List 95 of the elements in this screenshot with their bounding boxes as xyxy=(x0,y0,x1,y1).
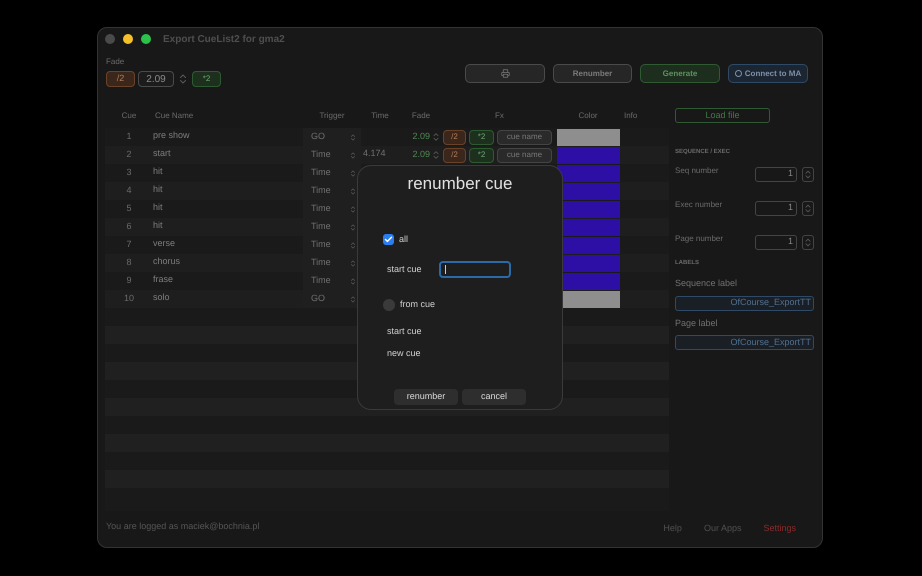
column-header[interactable]: Info xyxy=(620,110,669,122)
stepper-icon[interactable] xyxy=(431,149,441,161)
cue-number: 4 xyxy=(125,184,132,198)
double-button[interactable]: *2 xyxy=(192,71,221,87)
cue-number: 3 xyxy=(125,166,132,180)
check-icon xyxy=(384,234,393,244)
start-cue-field[interactable] xyxy=(438,261,511,278)
chevron-icon xyxy=(349,294,357,304)
number-label: Seq number xyxy=(675,165,719,177)
chevron-icon xyxy=(349,204,357,214)
chevron-icon xyxy=(349,132,357,142)
cue-name[interactable]: hit xyxy=(153,182,303,196)
cue-name-button[interactable]: cue name xyxy=(497,148,552,162)
chevron-icon xyxy=(349,276,357,286)
fade-value[interactable]: 2.09 xyxy=(412,130,430,144)
stepper-icon[interactable] xyxy=(802,234,814,250)
color-swatch[interactable] xyxy=(557,128,620,146)
dialog-button[interactable]: cancel xyxy=(462,388,526,404)
cue-number: 6 xyxy=(125,220,132,234)
toolbar-button[interactable]: Renumber xyxy=(553,64,632,83)
zoom-button[interactable] xyxy=(141,34,151,44)
color-swatch[interactable] xyxy=(557,146,620,164)
cue-number: 8 xyxy=(125,256,132,270)
toolbar-button[interactable]: Connect to MA xyxy=(728,64,808,83)
label-field[interactable]: OfCourse_ExportTT xyxy=(675,296,814,310)
cue-name[interactable]: pre show xyxy=(153,128,303,142)
login-status: You are logged as maciek@bochnia.pl xyxy=(106,520,260,534)
cue-number: 5 xyxy=(125,202,132,216)
cue-number: 1 xyxy=(125,130,132,144)
chevron-icon xyxy=(349,258,357,268)
column-header[interactable]: Time xyxy=(361,110,399,122)
number-field[interactable]: 1 xyxy=(755,166,797,182)
chevron-icon xyxy=(349,150,357,160)
stepper-icon[interactable] xyxy=(431,131,441,143)
column-header[interactable]: Cue Name xyxy=(153,110,303,122)
checkbox-label: all xyxy=(399,232,408,246)
column-header[interactable]: Trigger xyxy=(303,110,361,122)
fade-label: Fade xyxy=(106,56,126,68)
cue-name[interactable]: frase xyxy=(153,272,303,286)
fade-field[interactable]: 2.09 xyxy=(138,71,174,87)
cue-number: 7 xyxy=(125,238,132,252)
color-swatch[interactable] xyxy=(557,164,620,182)
cue-name[interactable]: start xyxy=(153,146,303,160)
cue-name[interactable]: verse xyxy=(153,236,303,250)
cue-name-button[interactable]: cue name xyxy=(497,130,552,144)
dialog-title: renumber cue xyxy=(406,173,514,195)
cue-name[interactable]: chorus xyxy=(153,254,303,268)
radio-label: from cue xyxy=(400,298,436,311)
chevron-icon xyxy=(349,222,357,232)
cue-name[interactable]: hit xyxy=(153,200,303,214)
cue-number: 2 xyxy=(125,148,132,162)
stepper-icon[interactable] xyxy=(802,166,814,182)
column-header[interactable]: Color xyxy=(556,110,620,122)
halve-button[interactable]: /2 xyxy=(443,148,466,162)
minimize-button[interactable] xyxy=(123,34,133,44)
toolbar-button[interactable]: Generate xyxy=(640,64,720,83)
number-field[interactable]: 1 xyxy=(755,200,797,216)
time-value[interactable]: 4.174 xyxy=(363,146,399,160)
double-button[interactable]: *2 xyxy=(469,130,494,144)
column-header[interactable]: Cue xyxy=(105,110,153,122)
halve-button[interactable]: /2 xyxy=(106,71,135,87)
cue-number: 10 xyxy=(122,292,135,306)
from-cue-radio[interactable] xyxy=(383,298,395,311)
number-label: Exec number xyxy=(675,199,722,211)
printer-icon xyxy=(500,69,510,78)
halve-button[interactable]: /2 xyxy=(443,130,466,144)
close-button[interactable] xyxy=(105,34,115,44)
chevron-icon xyxy=(349,186,357,196)
dialog-button[interactable]: renumber xyxy=(394,388,458,404)
label-field[interactable]: OfCourse_ExportTT xyxy=(675,335,814,350)
cue-name[interactable]: hit xyxy=(153,164,303,178)
fade-value[interactable]: 2.09 xyxy=(412,148,430,162)
field-label: start cue xyxy=(386,324,423,338)
number-label: Page number xyxy=(675,233,724,245)
field-label: new cue xyxy=(386,347,422,360)
trigger-select[interactable]: Time xyxy=(303,164,361,182)
load-file-button[interactable]: Load file xyxy=(675,108,770,123)
label-caption: Sequence label xyxy=(675,277,738,290)
cue-name[interactable]: hit xyxy=(153,218,303,232)
footer-link[interactable]: Settings xyxy=(763,522,796,536)
chevron-icon xyxy=(349,168,357,178)
stepper-icon[interactable] xyxy=(177,72,189,86)
trigger-select[interactable]: GO xyxy=(303,128,361,146)
cue-name[interactable]: solo xyxy=(153,290,303,304)
double-button[interactable]: *2 xyxy=(469,148,494,162)
label-caption: Page label xyxy=(675,316,719,330)
print-button[interactable] xyxy=(465,64,545,83)
column-header[interactable]: Fade xyxy=(399,110,443,122)
all-checkbox[interactable] xyxy=(383,234,394,245)
chevron-icon xyxy=(349,240,357,250)
column-header[interactable]: Fx xyxy=(443,110,556,122)
cue-number: 9 xyxy=(125,274,132,288)
field-label: start cue xyxy=(387,262,422,276)
stepper-icon[interactable] xyxy=(802,200,814,216)
number-field[interactable]: 1 xyxy=(755,234,797,250)
